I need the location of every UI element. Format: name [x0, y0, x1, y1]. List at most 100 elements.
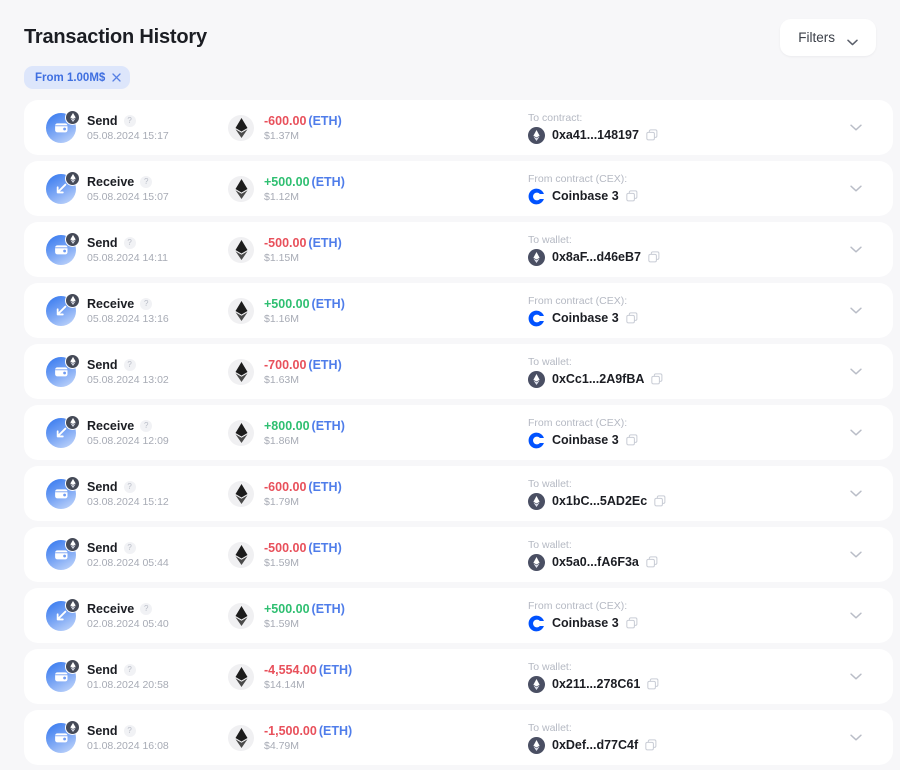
transaction-amount-usd: $1.79M — [264, 495, 300, 508]
copy-icon[interactable] — [626, 190, 638, 202]
help-icon[interactable]: ? — [123, 358, 136, 371]
copy-icon[interactable] — [646, 129, 658, 141]
transaction-type-badge — [46, 109, 80, 143]
table-row[interactable]: Send? 02.08.2024 05:44 -500.00 (ETH) $1.59M T… — [24, 527, 893, 582]
expand-row-chevron-down-icon[interactable] — [849, 304, 863, 318]
copy-icon[interactable] — [626, 312, 638, 324]
filter-chip-amount[interactable]: From 1.00M$ — [24, 66, 131, 89]
transaction-amount-cell: -500.00 (ETH) $1.15M — [224, 236, 524, 264]
transaction-type-label: Send — [87, 113, 118, 128]
copy-icon[interactable] — [654, 495, 666, 507]
transaction-type-line: Send? — [87, 663, 169, 677]
table-row[interactable]: Receive? 02.08.2024 05:40 +500.00 (ETH) $1.5… — [24, 588, 893, 643]
transaction-destination-label: To wallet: — [528, 721, 572, 734]
transaction-type-cell: Send? 05.08.2024 15:17 — [24, 109, 224, 143]
eth-token-badge-icon — [65, 414, 80, 430]
coinbase-icon — [528, 310, 545, 327]
transaction-amount-value: -600.00 — [264, 479, 307, 494]
page-title: Transaction History — [24, 25, 207, 48]
help-icon[interactable]: ? — [140, 419, 153, 432]
transaction-datetime: 05.08.2024 13:02 — [87, 373, 169, 386]
transaction-amount-value: -4,554.00 — [264, 662, 317, 677]
transaction-destination-label: To wallet: — [528, 538, 572, 551]
transaction-amount-cell: +500.00 (ETH) $1.16M — [224, 297, 524, 325]
eth-token-badge-icon — [65, 170, 80, 186]
transaction-amount-text: -500.00 (ETH) $1.15M — [264, 236, 342, 264]
expand-row-chevron-down-icon[interactable] — [849, 243, 863, 257]
help-icon[interactable]: ? — [123, 663, 136, 676]
transaction-type-badge — [46, 170, 80, 204]
transaction-type-text: Receive? 02.08.2024 05:40 — [87, 602, 169, 630]
transaction-type-label: Send — [87, 540, 118, 555]
copy-icon[interactable] — [626, 434, 638, 446]
transaction-type-badge — [46, 231, 80, 265]
copy-icon[interactable] — [647, 678, 659, 690]
transaction-amount-cell: -4,554.00 (ETH) $14.14M — [224, 663, 524, 691]
transaction-amount-text: +500.00 (ETH) $1.12M — [264, 175, 345, 203]
eth-token-icon — [228, 236, 254, 263]
eth-token-badge-icon — [65, 536, 80, 552]
transaction-type-text: Send? 03.08.2024 15:12 — [87, 480, 169, 508]
transaction-amount-line: -500.00 (ETH) — [264, 236, 342, 250]
transaction-type-badge — [46, 414, 80, 448]
expand-row-chevron-down-icon[interactable] — [849, 182, 863, 196]
help-icon[interactable]: ? — [123, 480, 136, 493]
filters-button[interactable]: Filters — [780, 18, 876, 56]
table-row[interactable]: Send? 05.08.2024 13:02 -700.00 (ETH) $1.63M T… — [24, 344, 893, 399]
transaction-amount-cell: +800.00 (ETH) $1.86M — [224, 419, 524, 447]
table-row[interactable]: Receive? 05.08.2024 12:09 +800.00 (ETH) $1.8… — [24, 405, 893, 460]
transaction-amount-text: -600.00 (ETH) $1.79M — [264, 480, 342, 508]
transaction-type-badge — [46, 658, 80, 692]
expand-row-chevron-down-icon[interactable] — [849, 121, 863, 135]
copy-icon[interactable] — [651, 373, 663, 385]
copy-icon[interactable] — [646, 556, 658, 568]
transaction-destination-value: Coinbase 3 — [552, 433, 619, 447]
transaction-type-line: Receive? — [87, 297, 169, 311]
table-row[interactable]: Receive? 05.08.2024 15:07 +500.00 (ETH) $1.1… — [24, 161, 893, 216]
help-icon[interactable]: ? — [140, 297, 153, 310]
copy-icon[interactable] — [645, 739, 657, 751]
table-row[interactable]: Receive? 05.08.2024 13:16 +500.00 (ETH) $1.1… — [24, 283, 893, 338]
transaction-type-badge — [46, 719, 80, 753]
transaction-datetime: 05.08.2024 15:07 — [87, 190, 169, 203]
help-icon[interactable]: ? — [123, 541, 136, 554]
transaction-type-label: Send — [87, 479, 118, 494]
transaction-datetime: 02.08.2024 05:44 — [87, 556, 169, 569]
transaction-destination-cell: To wallet: 0x211...278C61 — [524, 661, 893, 693]
expand-row-chevron-down-icon[interactable] — [849, 426, 863, 440]
transaction-type-cell: Send? 05.08.2024 14:11 — [24, 231, 224, 265]
expand-row-chevron-down-icon[interactable] — [849, 731, 863, 745]
transaction-amount-usd: $1.16M — [264, 312, 300, 325]
close-icon[interactable] — [112, 73, 121, 82]
copy-icon[interactable] — [626, 617, 638, 629]
transaction-amount-cell: -500.00 (ETH) $1.59M — [224, 541, 524, 569]
help-icon[interactable]: ? — [123, 236, 136, 249]
expand-row-chevron-down-icon[interactable] — [849, 670, 863, 684]
table-row[interactable]: Send? 05.08.2024 14:11 -500.00 (ETH) $1.15M T… — [24, 222, 893, 277]
transaction-destination-line: 0x5a0...fA6F3a — [528, 553, 893, 571]
table-row[interactable]: Send? 01.08.2024 16:08 -1,500.00 (ETH) $4.79… — [24, 710, 893, 765]
table-row[interactable]: Send? 01.08.2024 20:58 -4,554.00 (ETH) $14.1… — [24, 649, 893, 704]
expand-row-chevron-down-icon[interactable] — [849, 548, 863, 562]
transaction-amount-value: -1,500.00 — [264, 723, 317, 738]
expand-row-chevron-down-icon[interactable] — [849, 609, 863, 623]
transaction-type-line: Send? — [87, 724, 169, 738]
help-icon[interactable]: ? — [123, 114, 136, 127]
expand-row-chevron-down-icon[interactable] — [849, 487, 863, 501]
transaction-type-text: Send? 02.08.2024 05:44 — [87, 541, 169, 569]
copy-icon[interactable] — [648, 251, 660, 263]
transaction-amount-symbol: (ETH) — [311, 296, 345, 311]
transaction-destination-cell: To wallet: 0x1bC...5AD2Ec — [524, 478, 893, 510]
transaction-amount-symbol: (ETH) — [311, 174, 345, 189]
table-row[interactable]: Send? 05.08.2024 15:17 -600.00 (ETH) $1.37M T… — [24, 100, 893, 155]
help-icon[interactable]: ? — [140, 175, 153, 188]
table-row[interactable]: Send? 03.08.2024 15:12 -600.00 (ETH) $1.79M T… — [24, 466, 893, 521]
transaction-amount-value: +500.00 — [264, 174, 310, 189]
expand-row-chevron-down-icon[interactable] — [849, 365, 863, 379]
transaction-amount-line: -1,500.00 (ETH) — [264, 724, 352, 738]
help-icon[interactable]: ? — [140, 602, 153, 615]
transaction-amount-text: -1,500.00 (ETH) $4.79M — [264, 724, 352, 752]
transaction-amount-symbol: (ETH) — [308, 113, 342, 128]
help-icon[interactable]: ? — [123, 724, 136, 737]
transaction-type-cell: Receive? 05.08.2024 12:09 — [24, 414, 224, 448]
